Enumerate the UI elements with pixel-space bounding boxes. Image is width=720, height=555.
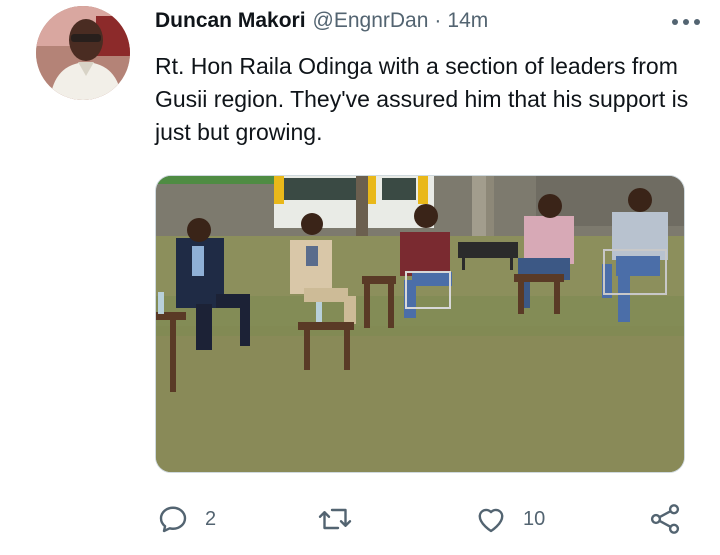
author-avatar[interactable] (36, 6, 130, 100)
tweet-text: Rt. Hon Raila Odinga with a section of l… (155, 53, 689, 145)
retweet-button[interactable] (315, 496, 369, 542)
share-icon (650, 504, 680, 534)
reply-icon (159, 506, 187, 533)
share-button[interactable] (647, 496, 683, 542)
avatar-photo (36, 6, 130, 100)
heart-icon (478, 508, 504, 533)
group-photo (156, 176, 684, 472)
author-name[interactable]: Duncan Makori (155, 9, 306, 33)
more-horizontal-icon (672, 19, 700, 25)
more-options-button[interactable] (668, 12, 704, 32)
tweet-header: Duncan Makori @EngnrDan · 14m (155, 8, 700, 34)
reply-button[interactable]: 2 (155, 496, 216, 542)
author-handle[interactable]: @EngnrDan (313, 9, 429, 33)
tweet-timestamp[interactable]: 14m (447, 9, 488, 33)
separator-dot: · (434, 9, 442, 32)
tweet-actions: 2 10 (155, 496, 700, 542)
like-count: 10 (523, 507, 546, 530)
retweet-icon (318, 508, 352, 530)
tweet-photo[interactable] (155, 175, 685, 473)
reply-count: 2 (205, 507, 217, 530)
like-button[interactable]: 10 (473, 496, 545, 542)
